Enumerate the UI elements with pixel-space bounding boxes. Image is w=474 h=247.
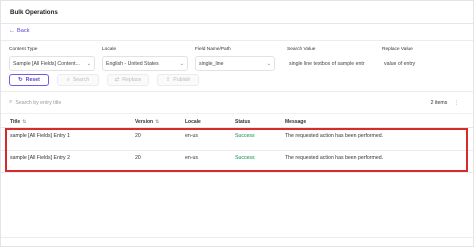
chevron-down-icon: ⌄ [179, 60, 184, 67]
divider [1, 91, 473, 92]
action-buttons: ↻ Reset ⌕ Search ⇄ Replace ⇪ Publish [9, 74, 199, 86]
item-count-text: 2 items [430, 100, 448, 106]
content-type-field: Content Type Sample [All Fields] Content… [9, 47, 95, 71]
table-row[interactable]: sample [All Fields] Entry 1 20 en-us Suc… [1, 129, 473, 151]
locale-select[interactable]: English - United States ⌄ [102, 56, 188, 71]
search-value-text: single line textbox of sample entr [289, 60, 365, 67]
publish-icon: ⇪ [165, 77, 171, 83]
field-name-value: single_line [199, 60, 224, 67]
locale-field: Locale English - United States ⌄ [102, 47, 188, 71]
entry-title: sample [All Fields] Entry 1 [10, 133, 70, 139]
column-message: Message [285, 119, 307, 125]
reset-label: Reset [25, 77, 40, 83]
sort-icon: ⇅ [155, 119, 160, 125]
locale-value: English - United States [106, 60, 159, 67]
entry-locale: en-us [185, 133, 198, 139]
entry-search-placeholder: Search by entry title [15, 99, 62, 106]
status-badge: Success [235, 133, 255, 139]
content-type-value: Sample [All Fields] Content... [13, 60, 80, 67]
locale-label: Locale [102, 47, 117, 52]
content-type-label: Content Type [9, 47, 38, 52]
panel-header: Bulk Operations [1, 1, 473, 24]
sort-icon: ⇅ [22, 119, 27, 125]
field-name-select[interactable]: single_line ⌄ [195, 56, 275, 71]
chevron-down-icon: ⌄ [86, 60, 91, 67]
search-label: Search [72, 77, 90, 83]
content-type-select[interactable]: Sample [All Fields] Content... ⌄ [9, 56, 95, 71]
column-status: Status [235, 119, 251, 125]
back-link[interactable]: ← Back [9, 28, 29, 34]
chevron-down-icon: ⌄ [266, 60, 271, 67]
more-options-icon[interactable]: ⋮ [454, 100, 459, 106]
entry-locale: en-us [185, 155, 198, 161]
replace-value-field: Replace Value value of entry [382, 47, 462, 71]
entry-title: sample [All Fields] Entry 2 [10, 155, 70, 161]
field-name-field: Field Name/Path single_line ⌄ [195, 47, 275, 71]
search-value-label: Search Value [287, 47, 316, 52]
entry-message: The requested action has been performed. [285, 155, 384, 161]
search-icon: ⌕ [9, 99, 13, 105]
publish-label: Publish [173, 77, 191, 83]
divider [1, 40, 473, 41]
replace-button[interactable]: ⇄ Replace [107, 74, 149, 86]
entry-version: 20 [135, 133, 141, 139]
search-icon: ⌕ [66, 76, 70, 83]
entry-version: 20 [135, 155, 141, 161]
reset-button[interactable]: ↻ Reset [9, 74, 49, 86]
search-value-input[interactable]: single line textbox of sample entr [287, 56, 373, 71]
column-title[interactable]: Title ⇅ [10, 119, 26, 125]
search-button[interactable]: ⌕ Search [57, 74, 99, 86]
entry-search[interactable]: ⌕ Search by entry title [9, 99, 61, 106]
replace-value-text: value of entry [384, 60, 416, 67]
table-header: Title ⇅ Version ⇅ Locale Status Message [1, 113, 473, 128]
status-badge: Success [235, 155, 255, 161]
item-count: 2 items ⋮ [431, 100, 459, 106]
entry-message: The requested action has been performed. [285, 133, 384, 139]
replace-value-label: Replace Value [382, 47, 413, 52]
column-version[interactable]: Version ⇅ [135, 119, 159, 125]
field-name-label: Field Name/Path [195, 47, 231, 52]
divider [1, 237, 473, 238]
bulk-operations-panel: Bulk Operations ← Back Content Type Samp… [0, 0, 474, 247]
arrow-left-icon: ← [9, 28, 15, 34]
replace-label: Replace [122, 77, 142, 83]
publish-button[interactable]: ⇪ Publish [157, 74, 199, 86]
replace-icon: ⇄ [114, 77, 120, 83]
search-value-field: Search Value single line textbox of samp… [287, 47, 373, 71]
back-label: Back [17, 28, 30, 34]
table-row[interactable]: sample [All Fields] Entry 2 20 en-us Suc… [1, 151, 473, 173]
page-title: Bulk Operations [10, 9, 58, 16]
replace-value-input[interactable]: value of entry [382, 56, 462, 71]
column-locale: Locale [185, 119, 201, 125]
reset-icon: ↻ [18, 77, 23, 83]
